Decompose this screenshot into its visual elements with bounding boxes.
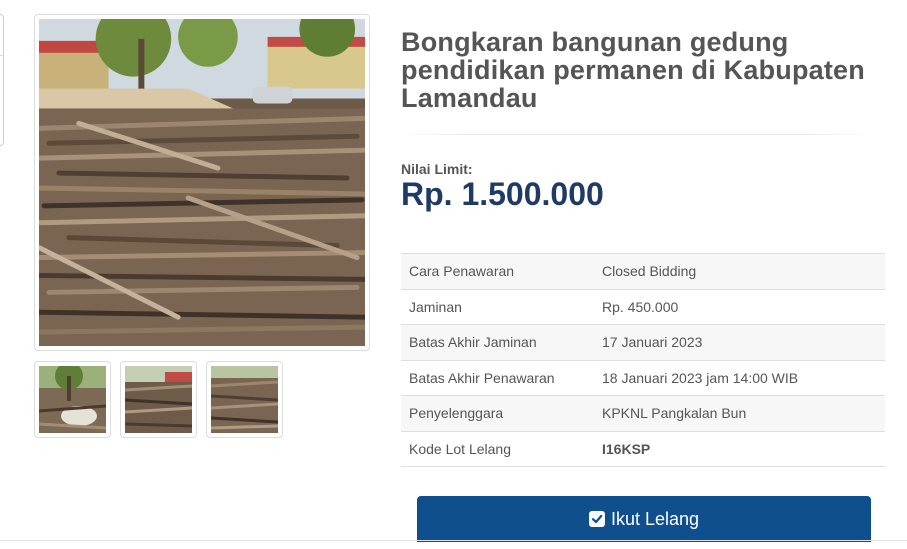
detail-label: Kode Lot Lelang <box>401 430 594 467</box>
lot-details-table: Cara Penawaran Closed Bidding Jaminan Rp… <box>401 253 885 467</box>
thumbnail-1-image <box>39 366 106 433</box>
lot-code-value: I16KSP <box>594 430 885 467</box>
organizer-link[interactable]: KPKNL Pangkalan Bun <box>594 395 885 431</box>
limit-value: Rp. 1.500.000 <box>401 176 604 212</box>
thumbnail-1[interactable] <box>34 361 111 438</box>
table-row: Cara Penawaran Closed Bidding <box>401 253 885 289</box>
detail-value: 18 Januari 2023 jam 14:00 WIB <box>594 359 885 396</box>
main-lot-photo[interactable] <box>34 14 370 351</box>
table-row: Batas Akhir Penawaran 18 Januari 2023 ja… <box>401 359 885 396</box>
detail-label: Batas Akhir Penawaran <box>401 359 594 396</box>
check-square-icon <box>588 511 605 527</box>
table-row: Penyelenggara KPKNL Pangkalan Bun <box>401 395 885 431</box>
thumbnail-3-image <box>211 366 278 433</box>
thumbnail-3[interactable] <box>206 361 283 438</box>
lot-photo-image <box>39 19 365 346</box>
detail-value: 17 Januari 2023 <box>594 324 885 360</box>
limit-label: Nilai Limit: <box>401 161 473 177</box>
table-row: Batas Akhir Jaminan 17 Januari 2023 <box>401 324 885 360</box>
detail-label: Penyelenggara <box>401 395 594 431</box>
ikut-lelang-label: Ikut Lelang <box>610 508 700 529</box>
detail-label: Batas Akhir Jaminan <box>401 324 594 360</box>
title-divider <box>401 134 871 135</box>
table-row: Jaminan Rp. 450.000 <box>401 288 885 325</box>
thumbnail-2[interactable] <box>120 361 197 438</box>
side-panel-tab[interactable] <box>0 14 4 146</box>
detail-value: Rp. 450.000 <box>594 288 885 325</box>
ikut-lelang-button[interactable]: Ikut Lelang <box>417 496 871 542</box>
detail-value: Closed Bidding <box>594 253 885 289</box>
thumbnail-2-image <box>125 366 192 433</box>
detail-label: Cara Penawaran <box>401 253 594 289</box>
table-row: Kode Lot Lelang I16KSP <box>401 430 885 467</box>
lot-title: Bongkaran bangunan gedung pendidikan per… <box>401 27 865 113</box>
detail-label: Jaminan <box>401 288 594 325</box>
page-bottom-divider <box>0 540 907 541</box>
